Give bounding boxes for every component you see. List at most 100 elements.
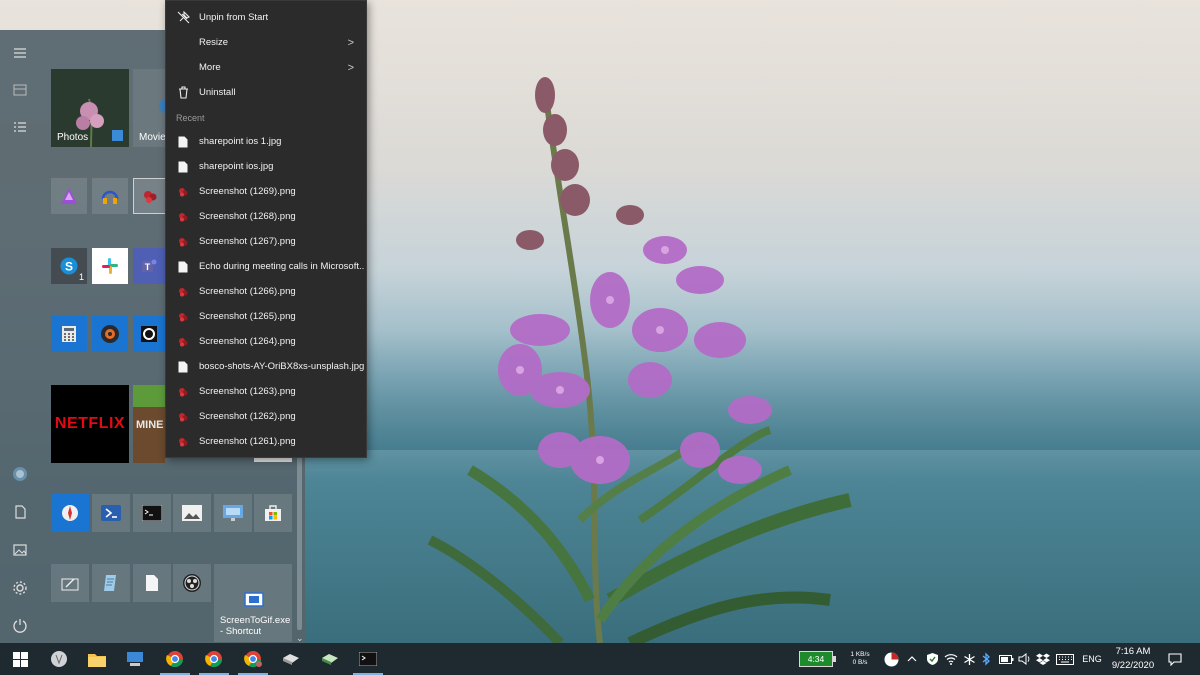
documents-button[interactable] <box>0 494 40 530</box>
movies-tile[interactable]: Movie <box>133 69 167 147</box>
clock-date: 9/22/2020 <box>1111 660 1155 671</box>
groove-music-tile[interactable] <box>92 316 128 352</box>
menu-item-uninstall[interactable]: Uninstall <box>166 80 366 105</box>
recent-file-item[interactable]: Echo during meeting calls in Microsoft..… <box>166 254 366 279</box>
affinity-tile[interactable] <box>51 178 87 214</box>
photos-tile-label: Photos <box>57 132 89 143</box>
tray-security[interactable] <box>922 643 942 675</box>
tray-wifi[interactable] <box>942 643 960 675</box>
slack-tile[interactable] <box>92 248 128 284</box>
snip-tool-tile[interactable] <box>51 564 89 602</box>
network-speed-meter[interactable]: 1 KB/s 0 B/s <box>845 643 875 675</box>
tray-bluetooth[interactable] <box>978 643 994 675</box>
monitor-app-icon <box>127 652 143 666</box>
clock[interactable]: 7:16 AM 9/22/2020 <box>1108 643 1158 675</box>
recent-file-item[interactable]: Screenshot (1265).png <box>166 304 366 329</box>
recent-file-item[interactable]: Screenshot (1263).png <box>166 379 366 404</box>
dropbox-icon <box>1036 653 1050 665</box>
all-apps-button[interactable] <box>0 110 40 146</box>
recent-file-item[interactable]: Screenshot (1268).png <box>166 204 366 229</box>
photos-tile[interactable]: Photos <box>51 69 129 147</box>
recent-file-item[interactable]: Screenshot (1261).png <box>166 429 366 454</box>
recent-file-item[interactable]: Screenshot (1267).png <box>166 229 366 254</box>
teams-tile[interactable]: T <box>133 248 165 284</box>
image-file-icon <box>176 235 190 249</box>
image-file-icon <box>176 185 190 199</box>
recent-file-item[interactable]: Screenshot (1264).png <box>166 329 366 354</box>
minecraft-grass <box>133 385 165 407</box>
app-tile-1[interactable] <box>51 494 89 532</box>
recent-header: Recent <box>176 113 205 123</box>
taskbar-chrome-2[interactable] <box>195 643 233 675</box>
tray-dropbox[interactable] <box>1034 643 1052 675</box>
taskbar-app-3[interactable] <box>116 643 154 675</box>
battery-indicator[interactable]: 4:34 <box>799 651 833 667</box>
tray-app-pie[interactable] <box>880 643 902 675</box>
taskbar-file-explorer[interactable] <box>78 643 116 675</box>
selected-app-tile[interactable] <box>133 178 167 214</box>
taskbar-app-1[interactable] <box>40 643 78 675</box>
chrome-icon <box>166 651 184 668</box>
user-account-button[interactable] <box>0 456 40 492</box>
recent-file-item[interactable]: sharepoint ios.jpg <box>166 154 366 179</box>
document-icon <box>176 135 190 149</box>
taskbar-chrome-1[interactable] <box>156 643 194 675</box>
action-center-button[interactable] <box>1162 643 1188 675</box>
cmd-tile[interactable] <box>133 494 171 532</box>
recent-file-item[interactable]: sharepoint ios 1.jpg <box>166 129 366 154</box>
tray-snowflake[interactable] <box>960 643 978 675</box>
obs-tile[interactable] <box>173 564 211 602</box>
tile-edge <box>254 458 292 462</box>
camera-tile[interactable] <box>133 316 165 352</box>
pictures-button[interactable] <box>0 532 40 568</box>
trash-icon <box>176 86 190 100</box>
recent-file-label: Screenshot (1266).png <box>199 286 296 297</box>
flower-app-icon <box>144 191 157 203</box>
remote-desktop-tile[interactable] <box>214 494 252 532</box>
hamburger-menu-button[interactable] <box>0 35 40 71</box>
settings-button[interactable] <box>0 570 40 606</box>
minecraft-tile[interactable]: MINE <box>133 385 165 463</box>
headphones-icon <box>101 190 119 204</box>
tray-volume[interactable] <box>1016 643 1034 675</box>
recent-file-item[interactable]: Screenshot (1262).png <box>166 404 366 429</box>
tray-battery[interactable] <box>996 643 1016 675</box>
skype-tile[interactable]: S 1 <box>51 248 87 284</box>
photo-viewer-tile[interactable] <box>173 494 211 532</box>
netflix-tile[interactable]: NETFLIX <box>51 385 129 463</box>
green-drive-app-icon <box>322 654 338 665</box>
image-viewer-icon <box>182 505 202 521</box>
menu-item-more[interactable]: More > <box>166 55 366 80</box>
blank-doc-tile[interactable] <box>133 564 171 602</box>
taskbar-terminal[interactable] <box>349 643 387 675</box>
recent-file-label: Screenshot (1262).png <box>199 411 296 422</box>
screentogif-tile[interactable]: ScreenToGif.exe - Shortcut <box>214 564 292 642</box>
start-rail <box>0 30 40 643</box>
recent-file-label: Screenshot (1264).png <box>199 336 296 347</box>
taskbar-app-8[interactable] <box>311 643 349 675</box>
calculator-tile[interactable] <box>51 316 87 352</box>
start-button[interactable] <box>0 643 40 675</box>
language-indicator[interactable]: ENG <box>1078 643 1106 675</box>
taskbar-chrome-3[interactable] <box>234 643 272 675</box>
teams-icon: T <box>142 259 157 272</box>
notes-tile[interactable] <box>92 564 130 602</box>
recent-file-item[interactable]: bosco-shots-AY-OriBX8xs-unsplash.jpg <box>166 354 366 379</box>
menu-item-unpin[interactable]: Unpin from Start <box>166 5 366 30</box>
menu-item-label: Resize <box>199 37 229 48</box>
audible-tile[interactable] <box>92 178 128 214</box>
menu-item-resize[interactable]: Resize > <box>166 30 366 55</box>
menu-item-label: More <box>199 62 221 73</box>
net-upload-speed: 1 KB/s <box>850 651 870 658</box>
store-tile[interactable] <box>254 494 292 532</box>
recent-file-label: sharepoint ios.jpg <box>199 161 274 172</box>
powershell-tile[interactable] <box>92 494 130 532</box>
tray-keyboard[interactable] <box>1054 643 1076 675</box>
show-hidden-icons-button[interactable] <box>904 643 920 675</box>
recent-file-label: Screenshot (1263).png <box>199 386 296 397</box>
recent-file-item[interactable]: Screenshot (1266).png <box>166 279 366 304</box>
power-button[interactable] <box>0 607 40 643</box>
taskbar-app-7[interactable] <box>272 643 310 675</box>
tiles-view-button[interactable] <box>0 72 40 108</box>
recent-file-item[interactable]: Screenshot (1269).png <box>166 179 366 204</box>
